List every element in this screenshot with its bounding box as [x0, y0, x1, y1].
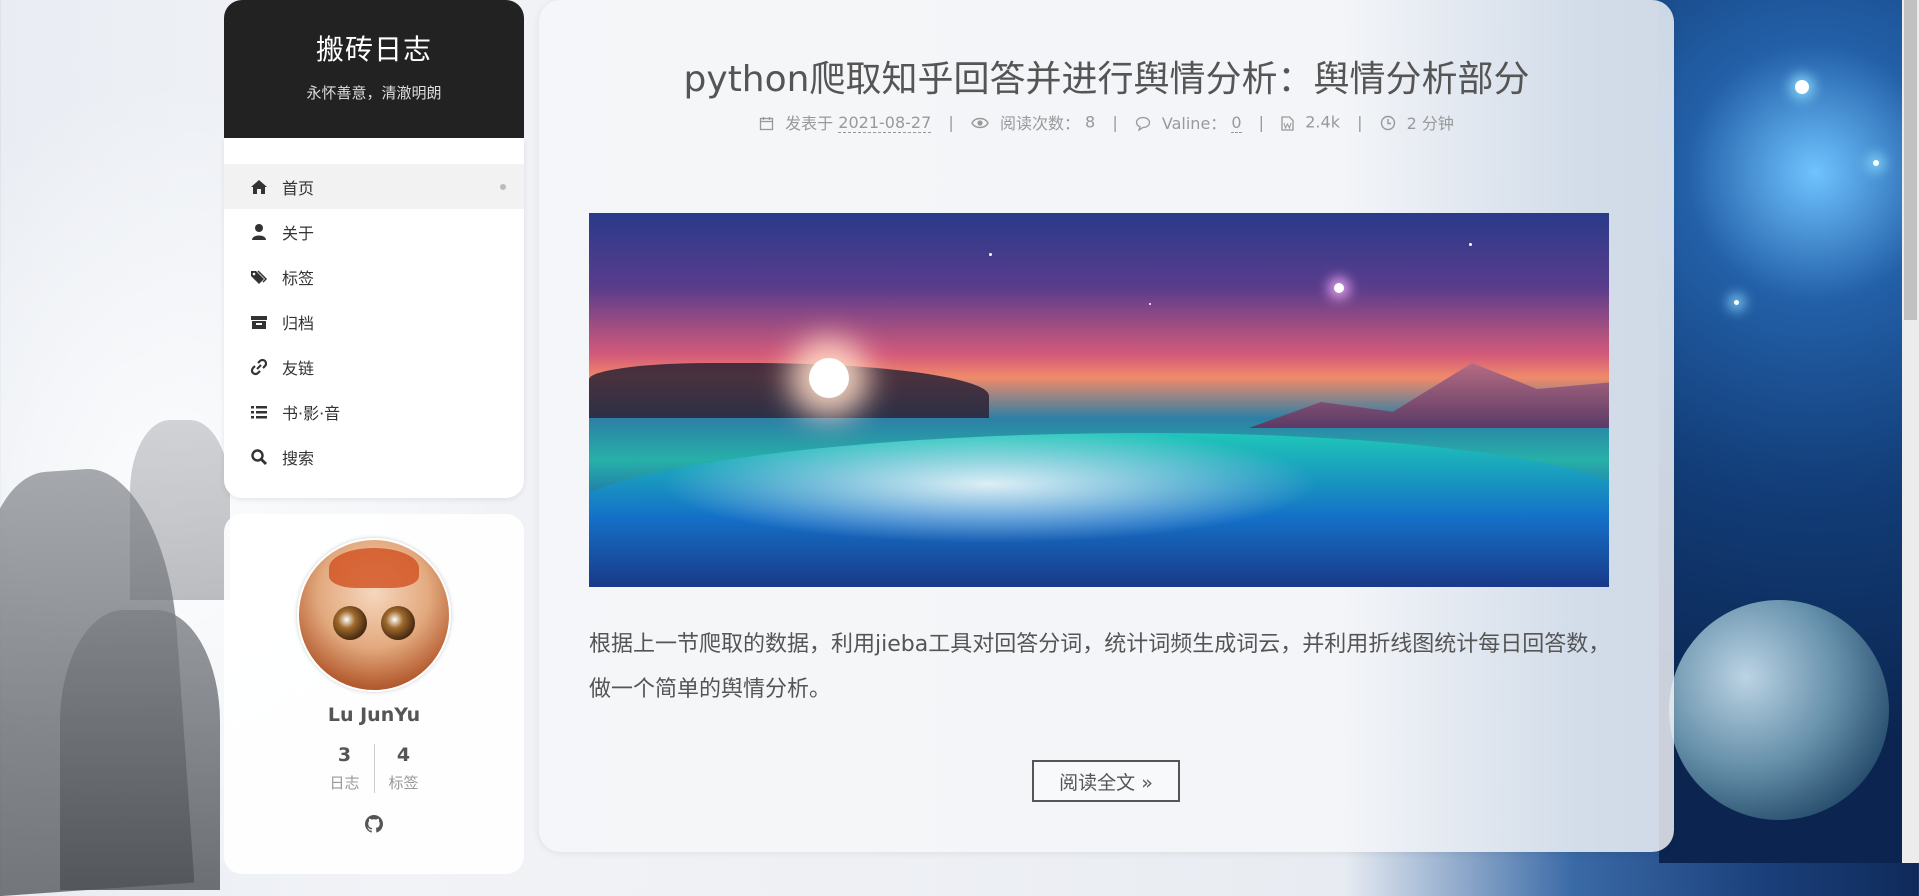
author-name: Lu JunYu [327, 704, 421, 726]
site-subtitle: 永怀善意，清澈明朗 [306, 84, 442, 102]
user-icon [250, 223, 268, 241]
menu-item-label: 友链 [282, 358, 315, 378]
menu-item-label: 首页 [282, 178, 315, 198]
link-icon [250, 358, 268, 376]
post-meta: 发表于 2021-08-27 | 阅读次数： 8 | Valine： 0 | 2… [539, 110, 1674, 134]
views-label: 阅读次数： [999, 114, 1080, 133]
menu-item-label: 书·影·音 [282, 403, 341, 423]
menu-item-search[interactable]: 搜索 [224, 434, 524, 479]
scrollbar-thumb[interactable] [1904, 0, 1917, 320]
author-profile-card: Lu JunYu 3 日志 4 标签 [224, 514, 524, 874]
background-star [1734, 300, 1739, 305]
github-icon[interactable] [365, 815, 383, 837]
stat-count: 4 [396, 744, 411, 766]
menu-item-media[interactable]: 书·影·音 [224, 389, 524, 434]
post-card: python爬取知乎回答并进行舆情分析：舆情分析部分 发表于 2021-08-2… [539, 0, 1674, 852]
comments-label: Valine： [1161, 114, 1227, 133]
main-menu: 首页 关于 标签 归档 友链 书·影·音 搜索 [224, 138, 524, 498]
active-indicator-dot [500, 184, 506, 190]
scrollbar[interactable] [1902, 0, 1919, 863]
comment-icon [1135, 113, 1157, 132]
stat-posts[interactable]: 3 日志 [315, 744, 373, 793]
background-planet [1669, 600, 1889, 820]
stat-label: 日志 [329, 774, 360, 792]
avatar [297, 538, 451, 692]
menu-item-links[interactable]: 友链 [224, 344, 524, 389]
menu-item-about[interactable]: 关于 [224, 209, 524, 254]
author-stats: 3 日志 4 标签 [224, 744, 524, 793]
archive-icon [250, 313, 268, 331]
background-star [1873, 160, 1879, 166]
stat-tags[interactable]: 4 标签 [373, 744, 433, 793]
posted-date[interactable]: 2021-08-27 [838, 112, 932, 133]
home-icon [250, 178, 268, 196]
post-cover-image[interactable] [589, 213, 1609, 587]
list-icon [250, 403, 268, 421]
menu-item-archive[interactable]: 归档 [224, 299, 524, 344]
file-word-icon [1281, 113, 1300, 132]
eye-icon [971, 113, 995, 132]
read-time: 2 分钟 [1406, 114, 1454, 133]
background-mountain [60, 610, 220, 890]
menu-item-label: 搜索 [282, 448, 315, 468]
stat-label: 标签 [388, 774, 419, 792]
word-count: 2.4k [1305, 112, 1340, 132]
views-count: 8 [1085, 112, 1096, 132]
menu-item-tags[interactable]: 标签 [224, 254, 524, 299]
clock-icon [1380, 113, 1402, 132]
site-brand[interactable]: 搬砖日志 永怀善意，清澈明朗 [224, 0, 524, 138]
site-title[interactable]: 搬砖日志 [224, 28, 524, 68]
post-title[interactable]: python爬取知乎回答并进行舆情分析：舆情分析部分 [539, 50, 1674, 102]
menu-item-label: 标签 [282, 268, 315, 288]
posted-label: 发表于 [785, 114, 834, 133]
menu-item-home[interactable]: 首页 [224, 164, 524, 209]
calendar-icon [759, 113, 780, 132]
tags-icon [250, 268, 268, 286]
menu-item-label: 归档 [282, 313, 315, 333]
search-icon [250, 448, 268, 466]
menu-item-label: 关于 [282, 223, 315, 243]
comments-count[interactable]: 0 [1231, 112, 1242, 133]
stat-count: 3 [337, 744, 352, 766]
post-excerpt: 根据上一节爬取的数据，利用jieba工具对回答分词，统计词频生成词云，并利用折线… [589, 632, 1611, 702]
background-star [1795, 80, 1809, 94]
read-more-button[interactable]: 阅读全文 » [1032, 760, 1180, 802]
